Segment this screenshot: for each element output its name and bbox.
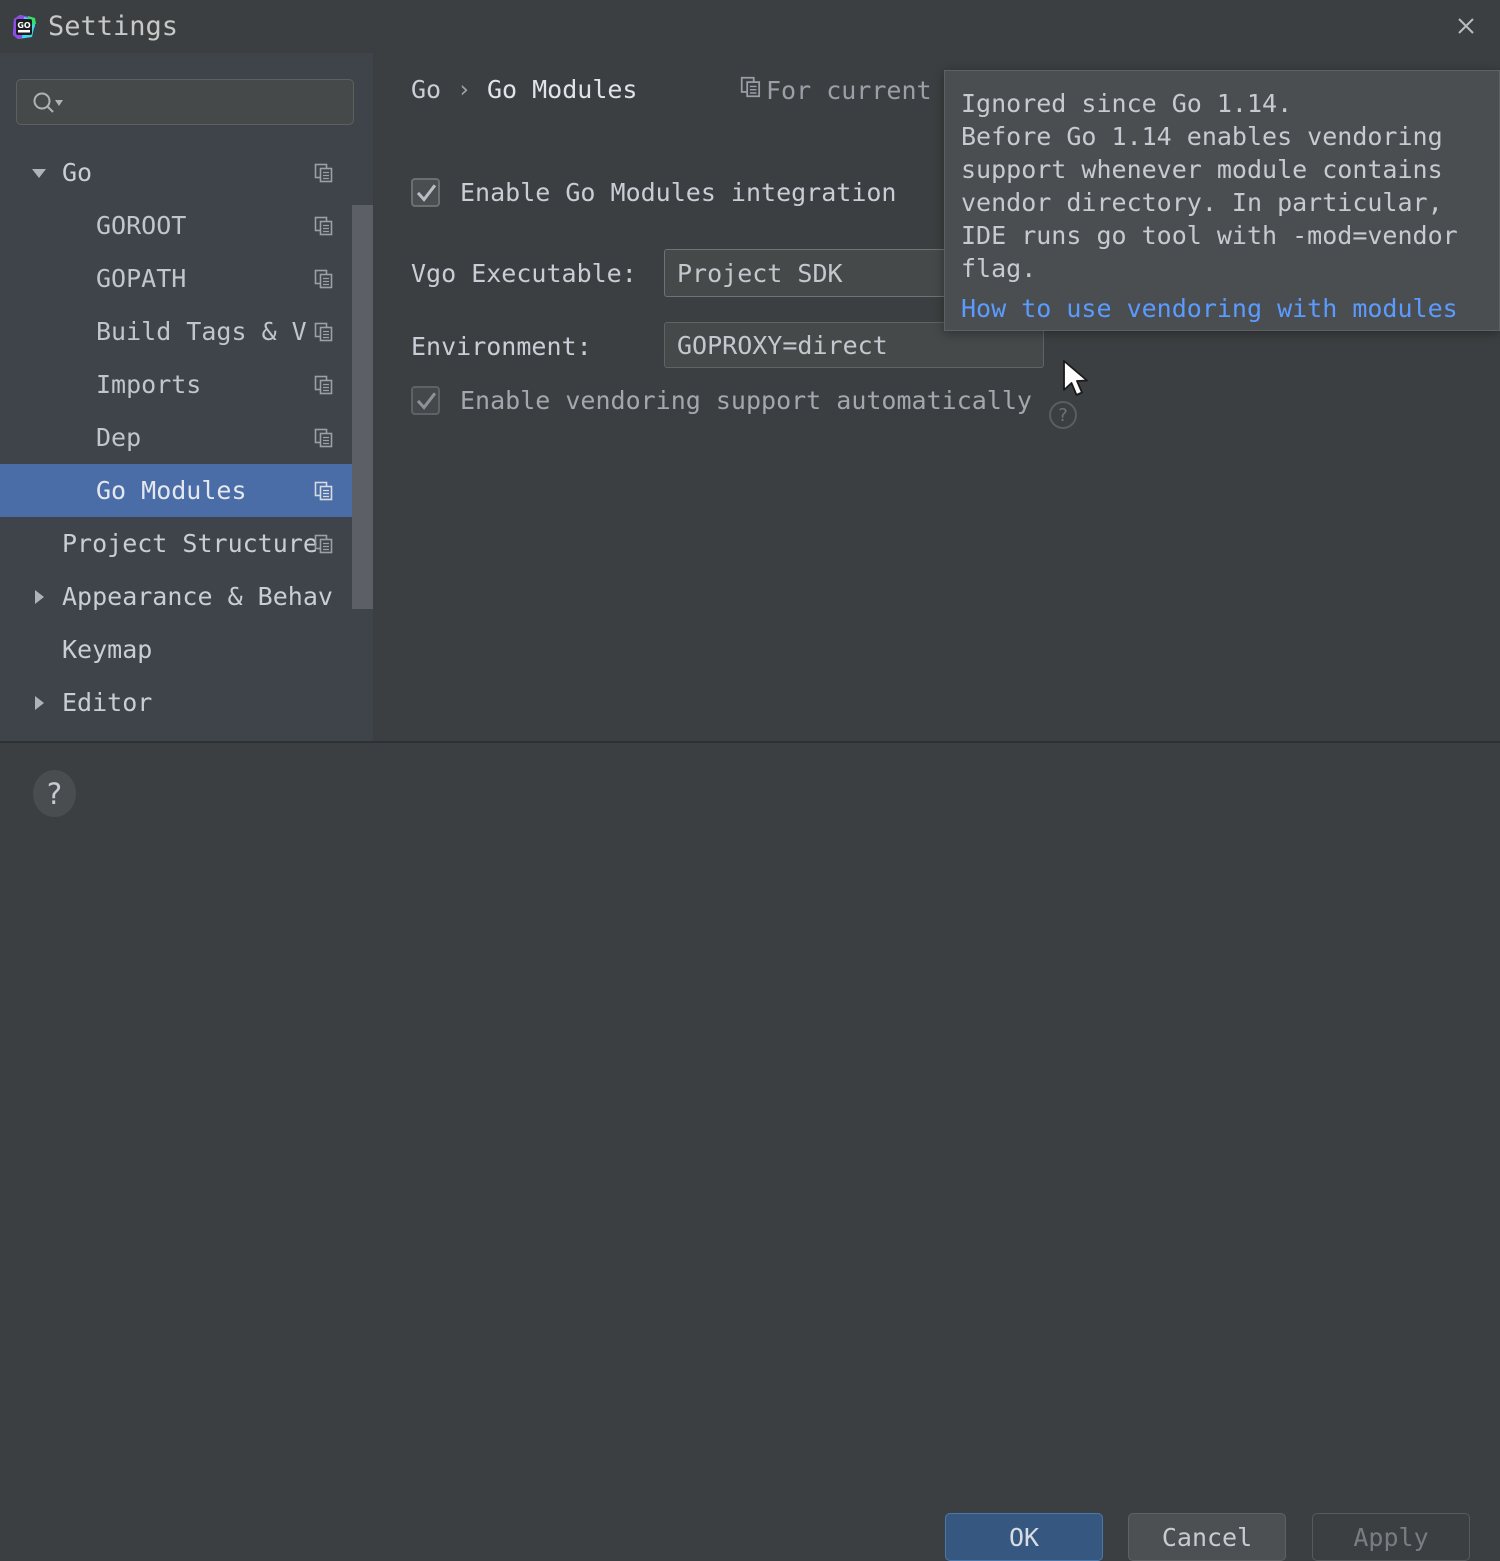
copy-icon[interactable]	[313, 533, 335, 555]
chevron-right-icon[interactable]	[28, 693, 50, 713]
copy-icon[interactable]	[313, 215, 335, 237]
question-mark-icon[interactable]: ?	[1049, 401, 1077, 429]
for-current-project-label: For current	[738, 75, 932, 105]
tooltip-line: Ignored since Go 1.14.	[961, 89, 1293, 118]
enable-go-modules-row[interactable]: Enable Go Modules integration	[411, 178, 897, 207]
apply-button[interactable]: Apply	[1312, 1513, 1470, 1561]
goland-logo-icon: GO	[10, 13, 38, 41]
tooltip-line: Before Go 1.14 enables vendoring	[961, 122, 1443, 151]
title-bar: GO Settings	[0, 0, 1500, 53]
sidebar-item-label: GOPATH	[96, 264, 187, 293]
copy-icon[interactable]	[313, 427, 335, 449]
sidebar-item-go-modules[interactable]: Go Modules	[0, 464, 373, 517]
sidebar-item-keymap[interactable]: Keymap	[0, 623, 373, 676]
sidebar-item-editor[interactable]: Editor	[0, 676, 373, 729]
sidebar-item-label: Go Modules	[96, 476, 247, 505]
vendoring-help-tooltip: Ignored since Go 1.14. Before Go 1.14 ena…	[944, 70, 1500, 331]
tooltip-line: support whenever module contains	[961, 155, 1443, 184]
sidebar-item-project-structure[interactable]: Project Structure	[0, 517, 373, 570]
sidebar-item-build-tags-v[interactable]: Build Tags & V	[0, 305, 373, 358]
for-current-text: For current	[766, 75, 932, 105]
cancel-button[interactable]: Cancel	[1128, 1513, 1286, 1561]
tooltip-body: Ignored since Go 1.14. Before Go 1.14 ena…	[961, 87, 1481, 285]
copy-icon[interactable]	[313, 162, 335, 184]
sidebar-item-label: Go	[62, 158, 93, 187]
sidebar-item-label: Imports	[96, 370, 202, 399]
environment-label: Environment:	[411, 332, 592, 361]
window-title: Settings	[48, 11, 179, 42]
sidebar-item-gopath[interactable]: GOPATH	[0, 252, 373, 305]
help-circle-icon[interactable]: ?	[33, 770, 76, 817]
search-box[interactable]	[16, 79, 354, 126]
copy-icon[interactable]	[313, 480, 335, 502]
copy-icon[interactable]	[313, 321, 335, 343]
breadcrumb-separator: ›	[457, 76, 471, 103]
copy-icon	[738, 75, 764, 105]
sidebar-item-label: Dep	[96, 423, 142, 452]
breadcrumb-current: Go Modules	[486, 75, 638, 104]
sidebar-item-label: Build Tags & V	[96, 317, 307, 346]
dialog-button-bar: ? OK Cancel Apply	[0, 743, 1500, 1561]
sidebar-item-dep[interactable]: Dep	[0, 411, 373, 464]
vgo-executable-value: Project SDK	[677, 258, 843, 288]
sidebar-item-label: GOROOT	[96, 211, 187, 240]
enable-go-modules-checkbox[interactable]	[411, 178, 440, 207]
svg-text:GO: GO	[17, 21, 31, 30]
close-icon[interactable]	[1446, 6, 1486, 46]
settings-dialog: GO Settings Go GOROOT GOPATH Build Tags & V…	[0, 0, 1500, 1561]
help-glyph: ?	[46, 776, 63, 811]
vgo-executable-label: Vgo Executable:	[411, 259, 637, 288]
tooltip-line: vendor directory. In particular,	[961, 188, 1443, 217]
chevron-right-icon[interactable]	[28, 587, 50, 607]
chevron-down-icon[interactable]	[28, 163, 50, 183]
tooltip-line: flag.	[961, 254, 1037, 283]
tooltip-line: IDE runs go tool with -mod=vendor	[961, 221, 1458, 250]
enable-go-modules-label: Enable Go Modules integration	[460, 178, 897, 207]
sidebar-item-appearance-behav[interactable]: Appearance & Behav	[0, 570, 373, 623]
copy-icon[interactable]	[313, 374, 335, 396]
settings-tree: Go GOROOT GOPATH Build Tags & V Imports Dep Go…	[0, 146, 373, 741]
sidebar-item-label: Project Structure	[62, 529, 318, 558]
breadcrumb-root[interactable]: Go	[411, 75, 441, 104]
search-icon	[31, 91, 65, 115]
sidebar-item-label: Appearance & Behav	[62, 582, 333, 611]
enable-vendoring-row[interactable]: Enable vendoring support automatically	[411, 386, 1032, 415]
ok-button[interactable]: OK	[945, 1513, 1103, 1561]
sidebar-item-label: Keymap	[62, 635, 153, 664]
settings-sidebar: Go GOROOT GOPATH Build Tags & V Imports Dep Go…	[0, 53, 373, 741]
sidebar-scrollbar-thumb[interactable]	[352, 205, 373, 609]
enable-vendoring-label: Enable vendoring support automatically	[460, 386, 1032, 415]
search-input[interactable]	[73, 80, 347, 126]
enable-vendoring-checkbox[interactable]	[411, 386, 440, 415]
environment-value: GOPROXY=direct	[677, 330, 888, 360]
sidebar-item-imports[interactable]: Imports	[0, 358, 373, 411]
sidebar-item-go[interactable]: Go	[0, 146, 373, 199]
tooltip-link[interactable]: How to use vendoring with modules	[961, 292, 1481, 325]
copy-icon[interactable]	[313, 268, 335, 290]
breadcrumb: Go › Go Modules	[411, 75, 637, 104]
sidebar-item-goroot[interactable]: GOROOT	[0, 199, 373, 252]
sidebar-item-label: Editor	[62, 688, 153, 717]
question-mark-glyph: ?	[1058, 404, 1068, 426]
